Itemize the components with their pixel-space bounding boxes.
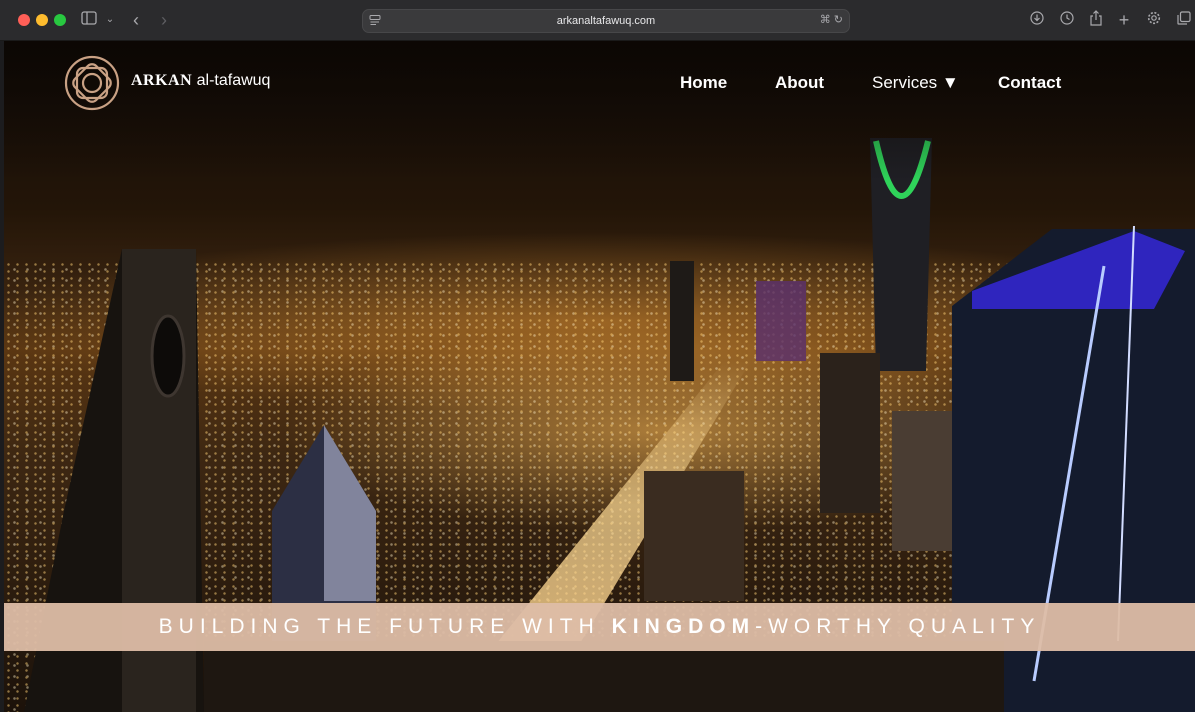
brand-name-rest: al-tafawuq xyxy=(192,72,271,89)
tagline-highlight: KINGDOM xyxy=(611,615,756,638)
tagline-banner: BUILDING THE FUTURE WITH KINGDOM-WORTHY … xyxy=(4,603,1195,651)
settings-icon[interactable] xyxy=(1144,10,1164,30)
back-icon[interactable]: ‹ xyxy=(126,10,146,30)
logo-icon[interactable] xyxy=(64,55,120,111)
url-text: arkanaltafawuq.com xyxy=(556,15,656,27)
zoom-window-button[interactable] xyxy=(54,14,66,26)
nav-about[interactable]: About xyxy=(775,73,824,93)
tagline-part-2: -WORTHY QUALITY xyxy=(755,615,1041,638)
tagline-text: BUILDING THE FUTURE WITH KINGDOM-WORTHY … xyxy=(4,603,1195,651)
forward-icon[interactable]: › xyxy=(154,10,174,30)
chevron-down-icon[interactable]: ⌄ xyxy=(100,10,120,30)
nav-contact[interactable]: Contact xyxy=(998,73,1061,93)
nav-services-dropdown[interactable]: Services ▼ xyxy=(872,73,959,93)
brand-name[interactable]: ARKAN al-tafawuq xyxy=(131,71,270,91)
downloads-icon[interactable] xyxy=(1027,10,1047,30)
translate-icon[interactable]: ⌘ xyxy=(820,14,831,26)
history-icon[interactable] xyxy=(1057,10,1077,30)
tabs-overview-icon[interactable] xyxy=(1174,10,1194,30)
nav-home[interactable]: Home xyxy=(680,73,727,93)
share-icon[interactable] xyxy=(1086,10,1106,30)
brand-name-bold: ARKAN xyxy=(131,72,193,89)
header-scrim xyxy=(4,41,1195,181)
tagline-part-1: BUILDING THE FUTURE WITH xyxy=(158,615,612,638)
browser-toolbar: ⌄ ‹ › arkanaltafawuq.com ⌘ ↻ + xyxy=(0,0,1195,41)
web-page: ARKAN al-tafawuq Home About Services ▼ C… xyxy=(4,41,1195,712)
new-tab-icon[interactable]: + xyxy=(1114,10,1134,30)
address-bar[interactable]: arkanaltafawuq.com ⌘ ↻ xyxy=(362,9,850,33)
sidebar-icon[interactable] xyxy=(79,10,99,30)
minimize-window-button[interactable] xyxy=(36,14,48,26)
close-window-button[interactable] xyxy=(18,14,30,26)
reload-icon[interactable]: ↻ xyxy=(834,14,843,26)
